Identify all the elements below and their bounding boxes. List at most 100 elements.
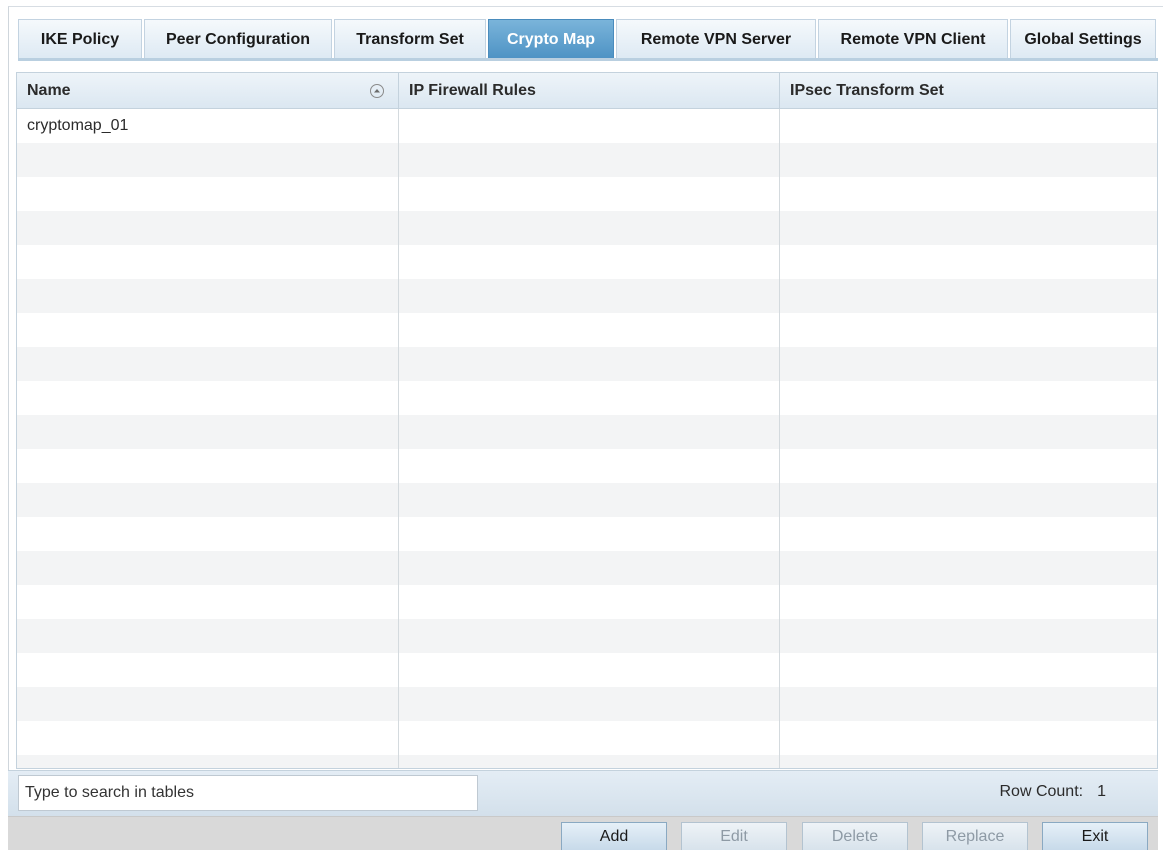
- table-cell-empty: [399, 585, 780, 619]
- table-cell-empty: [17, 449, 399, 483]
- table-cell-empty: [17, 755, 399, 768]
- table-row-empty: [17, 653, 1157, 687]
- table-cell-empty: [17, 687, 399, 721]
- table-cell-empty: [399, 347, 780, 381]
- table-row-empty: [17, 313, 1157, 347]
- table-row-empty: [17, 211, 1157, 245]
- crypto-map-table: Name IP Firewall Rules IPsec Transform S…: [16, 72, 1158, 769]
- table-cell-empty: [780, 483, 1157, 517]
- table-cell-empty: [399, 449, 780, 483]
- table-cell-empty: [399, 483, 780, 517]
- tab-global-settings[interactable]: Global Settings: [1010, 19, 1156, 59]
- table-row-empty: [17, 687, 1157, 721]
- tab-remote-vpn-server[interactable]: Remote VPN Server: [616, 19, 816, 59]
- table-cell-empty: [399, 313, 780, 347]
- table-cell-empty: [17, 415, 399, 449]
- table-cell-empty: [17, 721, 399, 755]
- table-cell-empty: [780, 381, 1157, 415]
- cell-ipsec-transform-set: [780, 109, 1157, 143]
- table-cell-empty: [780, 211, 1157, 245]
- table-cell-empty: [780, 347, 1157, 381]
- table-cell-empty: [17, 211, 399, 245]
- table-body: cryptomap_01: [17, 109, 1157, 768]
- table-cell-empty: [399, 415, 780, 449]
- table-cell-empty: [399, 381, 780, 415]
- table-cell-empty: [399, 245, 780, 279]
- cell-ip-firewall-rules: [399, 109, 780, 143]
- table-cell-empty: [399, 517, 780, 551]
- table-cell-empty: [17, 517, 399, 551]
- table-cell-empty: [780, 279, 1157, 313]
- table-cell-empty: [17, 313, 399, 347]
- sort-arrow-icon: [374, 89, 380, 93]
- table-cell-empty: [399, 721, 780, 755]
- tab-ike-policy[interactable]: IKE Policy: [18, 19, 142, 59]
- column-header-ipsec-transform-set[interactable]: IPsec Transform Set: [780, 73, 1157, 109]
- table-cell-empty: [780, 313, 1157, 347]
- table-cell-empty: [17, 483, 399, 517]
- table-cell-empty: [399, 551, 780, 585]
- tab-peer-configuration[interactable]: Peer Configuration: [144, 19, 332, 59]
- table-cell-empty: [780, 755, 1157, 768]
- table-row-empty: [17, 551, 1157, 585]
- table-row-empty: [17, 619, 1157, 653]
- table-row-empty: [17, 721, 1157, 755]
- tab-crypto-map[interactable]: Crypto Map: [488, 19, 614, 59]
- table-cell-empty: [17, 347, 399, 381]
- table-cell-empty: [17, 551, 399, 585]
- table-cell-empty: [780, 517, 1157, 551]
- table-cell-empty: [399, 619, 780, 653]
- edit-button[interactable]: Edit: [681, 822, 787, 850]
- table-row-empty: [17, 177, 1157, 211]
- table-cell-empty: [17, 653, 399, 687]
- tab-underline: [18, 58, 1158, 61]
- sort-icon[interactable]: [370, 84, 384, 98]
- table-cell-empty: [399, 177, 780, 211]
- table-cell-empty: [780, 551, 1157, 585]
- replace-button[interactable]: Replace: [922, 822, 1028, 850]
- table-cell-empty: [399, 755, 780, 768]
- row-count-value: 1: [1097, 783, 1106, 800]
- table-row-empty: [17, 483, 1157, 517]
- table-cell-empty: [399, 653, 780, 687]
- table-cell-empty: [780, 721, 1157, 755]
- table-row[interactable]: cryptomap_01: [17, 109, 1157, 143]
- table-row-empty: [17, 517, 1157, 551]
- tab-transform-set[interactable]: Transform Set: [334, 19, 486, 59]
- table-cell-empty: [17, 177, 399, 211]
- search-input[interactable]: [18, 775, 478, 811]
- cell-name: cryptomap_01: [17, 109, 399, 143]
- table-cell-empty: [780, 177, 1157, 211]
- table-row-empty: [17, 347, 1157, 381]
- button-bar: Add Edit Delete Replace Exit: [8, 816, 1158, 850]
- table-cell-empty: [17, 619, 399, 653]
- add-button[interactable]: Add: [561, 822, 667, 850]
- table-cell-empty: [780, 653, 1157, 687]
- table-cell-empty: [780, 687, 1157, 721]
- table-cell-empty: [780, 449, 1157, 483]
- table-row-empty: [17, 245, 1157, 279]
- column-header-name-label: Name: [27, 82, 71, 99]
- table-cell-empty: [780, 143, 1157, 177]
- exit-button[interactable]: Exit: [1042, 822, 1148, 850]
- column-header-name[interactable]: Name: [17, 73, 399, 109]
- column-header-ip-firewall-rules[interactable]: IP Firewall Rules: [399, 73, 780, 109]
- table-cell-empty: [399, 279, 780, 313]
- delete-button[interactable]: Delete: [802, 822, 908, 850]
- table-cell-empty: [17, 585, 399, 619]
- table-cell-empty: [399, 687, 780, 721]
- table-row-empty: [17, 585, 1157, 619]
- table-row-empty: [17, 449, 1157, 483]
- table-cell-empty: [17, 143, 399, 177]
- row-count: Row Count: 1: [1000, 783, 1107, 801]
- table-cell-empty: [780, 245, 1157, 279]
- table-row-empty: [17, 415, 1157, 449]
- tab-remote-vpn-client[interactable]: Remote VPN Client: [818, 19, 1008, 59]
- table-footer: Row Count: 1: [8, 770, 1158, 816]
- table-cell-empty: [780, 619, 1157, 653]
- table-header: Name IP Firewall Rules IPsec Transform S…: [17, 73, 1157, 109]
- table-cell-empty: [780, 585, 1157, 619]
- table-cell-empty: [17, 245, 399, 279]
- table-row-empty: [17, 279, 1157, 313]
- table-row-empty: [17, 381, 1157, 415]
